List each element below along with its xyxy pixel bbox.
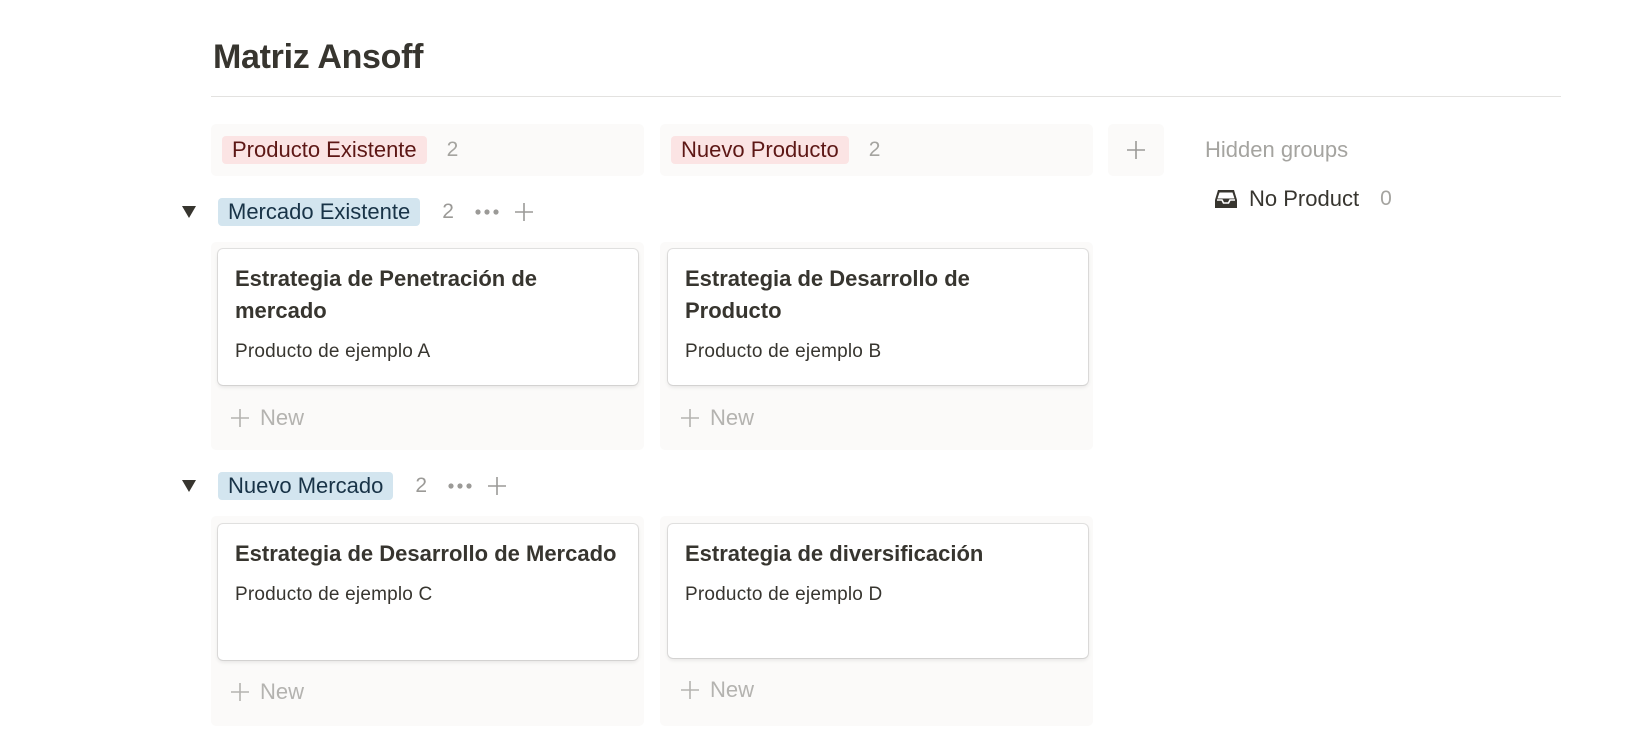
new-card-button[interactable]: New <box>230 679 304 705</box>
new-card-label: New <box>260 679 305 704</box>
more-options-icon[interactable] <box>474 202 500 222</box>
collapse-toggle-icon[interactable] <box>180 203 198 221</box>
plus-icon <box>1127 141 1145 159</box>
new-card-button[interactable]: New <box>230 405 304 431</box>
new-card-button[interactable]: New <box>680 405 754 431</box>
card-property: Producto de ejemplo B <box>685 341 882 362</box>
board-card[interactable]: Estrategia de Desarrollo de Mercado Prod… <box>218 524 638 660</box>
page-title[interactable]: Matriz Ansoff <box>213 38 423 77</box>
group-tag[interactable]: Mercado Existente <box>218 198 421 226</box>
column-header-producto-existente[interactable]: Producto Existente 2 <box>211 124 644 176</box>
new-card-label: New <box>710 405 755 430</box>
add-group-button[interactable] <box>1108 124 1164 176</box>
card-title: Estrategia de Penetración de mercado <box>235 266 537 323</box>
card-title: Estrategia de diversificación <box>685 541 984 566</box>
card-title: Estrategia de Desarrollo de Mercado <box>235 541 617 566</box>
card-property: Producto de ejemplo C <box>235 584 433 605</box>
board-card[interactable]: Estrategia de Desarrollo de Producto Pro… <box>668 249 1088 385</box>
column-tag: Producto Existente <box>222 136 427 164</box>
inbox-icon <box>1215 190 1237 208</box>
group-count: 2 <box>415 474 427 497</box>
more-options-icon[interactable] <box>447 476 473 496</box>
group-count: 2 <box>442 200 454 223</box>
hidden-group-label: No Product <box>1249 186 1360 211</box>
group-header-nuevo-mercado: Nuevo Mercado 2 <box>180 468 508 504</box>
add-card-plus-icon[interactable] <box>513 201 535 223</box>
card-property: Producto de ejemplo D <box>685 584 883 605</box>
hidden-group-count: 0 <box>1380 187 1392 210</box>
column-count: 2 <box>868 138 881 161</box>
title-divider <box>211 96 1561 97</box>
card-property: Producto de ejemplo A <box>235 341 431 362</box>
add-card-plus-icon[interactable] <box>486 475 508 497</box>
board-page: Matriz Ansoff Producto Existente 2 Nuevo… <box>0 0 1646 736</box>
board-card[interactable]: Estrategia de diversificación Producto d… <box>668 524 1088 658</box>
group-header-mercado-existente: Mercado Existente 2 <box>180 194 535 230</box>
column-count: 2 <box>446 138 459 161</box>
new-card-label: New <box>260 405 305 430</box>
group-tag[interactable]: Nuevo Mercado <box>218 472 394 500</box>
plus-icon <box>231 683 249 701</box>
collapse-toggle-icon[interactable] <box>180 477 198 495</box>
plus-icon <box>681 681 699 699</box>
card-title: Estrategia de Desarrollo de Producto <box>685 266 970 323</box>
new-card-label: New <box>710 677 755 702</box>
hidden-groups-title: Hidden groups <box>1205 137 1349 162</box>
board-card[interactable]: Estrategia de Penetración de mercado Pro… <box>218 249 638 385</box>
column-header-nuevo-producto[interactable]: Nuevo Producto 2 <box>660 124 1093 176</box>
plus-icon <box>231 409 249 427</box>
plus-icon <box>681 409 699 427</box>
hidden-group-no-product[interactable]: No Product 0 <box>1213 186 1392 212</box>
column-tag: Nuevo Producto <box>671 136 849 164</box>
new-card-button[interactable]: New <box>680 677 754 703</box>
